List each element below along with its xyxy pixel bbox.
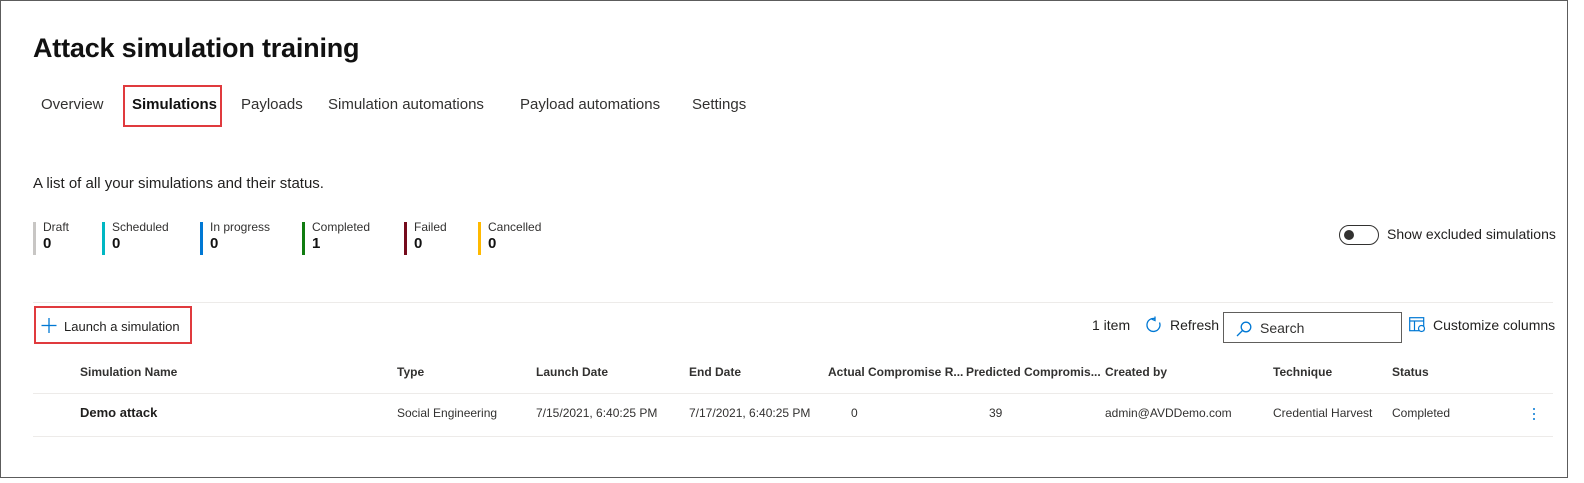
stat-label: Draft [43,220,70,234]
section-divider [33,302,1553,303]
column-header-simulation-name[interactable]: Simulation Name [80,365,177,379]
stat-label: Failed [414,220,447,234]
column-header-predicted-compromise-rate[interactable]: Predicted Compromis... [966,365,1101,379]
stat-value: 0 [43,235,52,252]
cell-technique: Credential Harvest [1273,406,1373,420]
column-header-end-date[interactable]: End Date [689,365,741,379]
stat-cancelled: Cancelled 0 [478,220,541,255]
page-title: Attack simulation training [33,33,360,63]
page-frame: Attack simulation training Overview Simu… [0,0,1568,478]
tab-payload-automations[interactable]: Payload automations [520,96,660,113]
search-input[interactable]: Search [1223,312,1402,343]
show-excluded-label: Show excluded simulations [1387,226,1556,242]
stat-value: 0 [414,235,423,252]
more-vertical-icon[interactable] [1528,405,1540,423]
cell-status: Completed [1392,406,1451,420]
cell-predicted-compromise-rate: 39 [989,406,1003,420]
launch-simulation-label: Launch a simulation [64,319,180,334]
column-header-type[interactable]: Type [397,365,424,379]
cell-end-date: 7/17/2021, 6:40:25 PM [689,406,811,420]
stat-label: Completed [312,220,371,234]
stat-value: 0 [112,235,121,252]
cell-created-by: admin@AVDDemo.com [1105,406,1232,420]
item-count: 1 item [1092,317,1131,333]
cell-launch-date: 7/15/2021, 6:40:25 PM [536,406,658,420]
stat-value: 0 [488,235,497,252]
column-header-actual-compromise-rate[interactable]: Actual Compromise R... [828,365,963,379]
stat-label: Cancelled [488,220,542,234]
stat-label: Scheduled [112,220,169,234]
stat-color-bar [404,222,407,255]
column-header-created-by[interactable]: Created by [1105,365,1167,379]
stat-in-progress: In progress 0 [200,220,270,255]
show-excluded-toggle[interactable] [1339,225,1379,245]
stat-draft: Draft 0 [33,220,69,255]
refresh-icon [1146,316,1161,333]
cell-simulation-name[interactable]: Demo attack [80,405,157,420]
stat-color-bar [33,222,36,255]
tab-settings[interactable]: Settings [692,96,746,113]
stat-label: In progress [210,220,271,234]
search-icon [1236,321,1252,337]
tab-overview[interactable]: Overview [41,96,104,113]
stat-color-bar [302,222,305,255]
cell-actual-compromise-rate: 0 [851,406,858,420]
refresh-label: Refresh [1170,317,1220,333]
row-divider [33,436,1553,437]
page-description: A list of all your simulations and their… [33,175,324,192]
tab-simulation-automations[interactable]: Simulation automations [328,96,484,113]
search-placeholder: Search [1260,320,1305,336]
customize-columns-icon [1409,317,1426,333]
column-header-technique[interactable]: Technique [1273,365,1332,379]
stat-color-bar [102,222,105,255]
stat-value: 0 [210,235,219,252]
stat-color-bar [478,222,481,255]
toggle-knob [1344,230,1354,240]
header-divider [33,393,1553,394]
stat-failed: Failed 0 [404,220,447,255]
customize-columns-label: Customize columns [1433,317,1556,333]
cell-type: Social Engineering [397,406,498,420]
tab-simulations[interactable]: Simulations [132,96,217,113]
plus-icon [41,318,57,333]
column-header-launch-date[interactable]: Launch Date [536,365,608,379]
stat-completed: Completed 1 [302,220,370,255]
stat-color-bar [200,222,203,255]
stat-value: 1 [312,235,321,252]
tab-payloads[interactable]: Payloads [241,96,303,113]
stat-scheduled: Scheduled 0 [102,220,169,255]
column-header-status[interactable]: Status [1392,365,1429,379]
